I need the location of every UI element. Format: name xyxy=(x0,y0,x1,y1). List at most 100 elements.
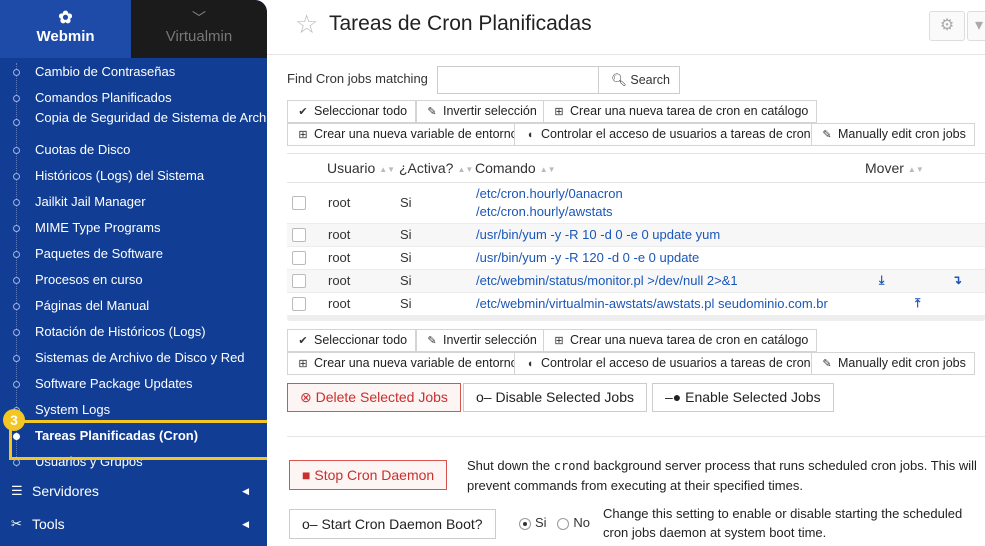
radio-no[interactable] xyxy=(557,517,570,530)
caret-left-icon: ◀ xyxy=(242,486,249,496)
search-input[interactable] xyxy=(437,66,600,94)
radio-no-label: No xyxy=(573,515,591,530)
toggle-on-icon: –● xyxy=(665,389,682,405)
webmin-label: Webmin xyxy=(36,28,95,45)
shield-icon: ◖ xyxy=(526,129,534,141)
header-command[interactable]: Comando ▲▼ xyxy=(475,160,556,176)
button-label: Invertir selección xyxy=(443,104,537,118)
header-active[interactable]: ¿Activa? ▲▼ xyxy=(399,160,473,176)
invert-selection-button[interactable]: ✎ Invertir selección xyxy=(416,100,546,123)
move-down-bottom-icon[interactable]: ⤓ xyxy=(879,273,884,288)
toggle-off-icon: o– xyxy=(476,389,492,405)
plus-square-icon: ⊞ xyxy=(554,106,564,118)
row-active: Si xyxy=(400,296,412,311)
radio-yes[interactable] xyxy=(519,517,531,530)
button-label: Crear una nueva tarea de cron en catálog… xyxy=(570,333,809,347)
delete-selected-jobs-button[interactable]: ⊗ Delete Selected Jobs xyxy=(287,383,461,412)
stop-icon: ■ xyxy=(302,467,311,483)
move-up-top-icon[interactable]: ⤒ xyxy=(915,296,920,311)
page-title: Tareas de Cron Planificadas xyxy=(329,12,592,35)
invert-selection-button-bottom[interactable]: ✎ Invertir selección xyxy=(416,329,546,352)
manual-edit-button[interactable]: ✎ Manually edit cron jobs xyxy=(811,123,975,146)
row-user: root xyxy=(328,273,351,288)
delete-circle-icon: ⊗ xyxy=(300,389,312,405)
virtualmin-tab[interactable]: ﹀ Virtualmin xyxy=(131,0,267,58)
sidebar-item-software-updates[interactable]: Software Package Updates xyxy=(0,371,267,397)
create-cron-job-button-bottom[interactable]: ⊞ Crear una nueva tarea de cron en catálo… xyxy=(543,329,818,352)
edit-icon: ✎ xyxy=(822,358,832,370)
row-command[interactable]: /usr/bin/yum -y -R 120 -d 0 -e 0 update xyxy=(476,250,699,265)
stop-cron-daemon-button[interactable]: ■ Stop Cron Daemon xyxy=(289,460,448,490)
header-label: Usuario xyxy=(327,160,376,176)
sidebar-section-servidores[interactable]: ☰ Servidores ◀ xyxy=(0,475,267,507)
search-button[interactable]: 🔍︎ Search xyxy=(598,66,680,94)
header-move[interactable]: Mover ▲▼ xyxy=(865,160,924,176)
create-env-var-button-bottom[interactable]: ⊞ Crear una nueva variable de entorno xyxy=(287,352,527,375)
cron-jobs-table: Usuario ▲▼ ¿Activa? ▲▼ Comando ▲▼ Mover ▲▼ r… xyxy=(287,153,985,316)
control-access-button[interactable]: ◖ Controlar el acceso de usuarios a tarea… xyxy=(514,123,820,146)
button-label: Crear una nueva tarea de cron en catálog… xyxy=(570,104,809,118)
row-user: root xyxy=(328,227,351,242)
disable-selected-jobs-button[interactable]: o– Disable Selected Jobs xyxy=(463,383,647,412)
enable-selected-jobs-button[interactable]: –● Enable Selected Jobs xyxy=(652,383,834,412)
sidebar-item-procesos[interactable]: Procesos en curso xyxy=(0,267,267,293)
sidebar-item-paginas-manual[interactable]: Páginas del Manual xyxy=(0,293,267,319)
start-daemon-boot-button[interactable]: o– Start Cron Daemon Boot? xyxy=(289,509,496,539)
sidebar-item-cuotas-disco[interactable]: Cuotas de Disco xyxy=(0,137,267,163)
section-label: Tools xyxy=(32,516,65,532)
table-scrollbar[interactable] xyxy=(287,315,985,321)
star-icon[interactable]: ☆ xyxy=(295,9,318,40)
filter-icon[interactable]: ▾ xyxy=(967,11,985,41)
button-label: Manually edit cron jobs xyxy=(838,356,966,370)
row-checkbox[interactable] xyxy=(292,196,306,210)
sidebar-item-copia-seguridad[interactable]: Copia de Seguridad de Sistema de Archivo… xyxy=(0,111,267,137)
edit-icon: ✎ xyxy=(822,129,832,141)
sidebar-item-paquetes-software[interactable]: Paquetes de Software xyxy=(0,241,267,267)
control-access-button-bottom[interactable]: ◖ Controlar el acceso de usuarios a tarea… xyxy=(514,352,820,375)
button-label: Start Cron Daemon Boot? xyxy=(321,516,483,532)
sidebar-item-rotacion-historicos[interactable]: Rotación de Históricos (Logs) xyxy=(0,319,267,345)
edit-icon: ✎ xyxy=(427,106,437,118)
table-row: root Si /usr/bin/yum -y -R 120 -d 0 -e 0… xyxy=(287,247,985,270)
servers-icon: ☰ xyxy=(11,483,23,498)
gear-icon[interactable]: ⚙ xyxy=(929,11,965,41)
webmin-tab[interactable]: ✿ Webmin xyxy=(0,0,131,58)
search-button-label: Search xyxy=(630,73,670,87)
sidebar-section-tools[interactable]: ✂ Tools ◀ xyxy=(0,508,267,540)
move-down-icon[interactable]: ↴ xyxy=(952,273,962,287)
step-badge: 3 xyxy=(3,409,25,431)
shield-icon: ◖ xyxy=(526,358,534,370)
row-command[interactable]: /etc/cron.hourly/0anacron xyxy=(476,186,623,201)
button-label: Crear una nueva variable de entorno xyxy=(314,356,518,370)
sidebar-item-historicos-sistema[interactable]: Históricos (Logs) del Sistema xyxy=(0,163,267,189)
sidebar: ✿ Webmin ﹀ Virtualmin Cambio de Contrase… xyxy=(0,0,267,546)
row-command[interactable]: /etc/webmin/virtualmin-awstats/awstats.p… xyxy=(476,296,828,311)
sidebar-item-cambio-contrasenas[interactable]: Cambio de Contraseñas xyxy=(0,59,267,85)
sort-icon: ▲▼ xyxy=(539,164,556,174)
sidebar-item-jailkit[interactable]: Jailkit Jail Manager xyxy=(0,189,267,215)
app: ✿ Webmin ﹀ Virtualmin Cambio de Contrase… xyxy=(0,0,985,546)
create-cron-job-button[interactable]: ⊞ Crear una nueva tarea de cron en catálo… xyxy=(543,100,818,123)
button-label: Controlar el acceso de usuarios a tareas… xyxy=(541,356,811,370)
sidebar-item-sistemas-archivo[interactable]: Sistemas de Archivo de Disco y Red xyxy=(0,345,267,371)
header-user[interactable]: Usuario ▲▼ xyxy=(327,160,395,176)
row-checkbox[interactable] xyxy=(292,228,306,242)
select-all-button[interactable]: ✔ Seleccionar todo xyxy=(287,100,417,123)
row-checkbox[interactable] xyxy=(292,274,306,288)
edit-icon: ✎ xyxy=(427,335,437,347)
row-checkbox[interactable] xyxy=(292,297,306,311)
row-checkbox[interactable] xyxy=(292,251,306,265)
select-all-button-bottom[interactable]: ✔ Seleccionar todo xyxy=(287,329,417,352)
row-command[interactable]: /usr/bin/yum -y -R 10 -d 0 -e 0 update y… xyxy=(476,227,720,242)
caret-left-icon: ◀ xyxy=(242,519,249,529)
header-label: ¿Activa? xyxy=(399,160,454,176)
row-command[interactable]: /etc/webmin/status/monitor.pl >/dev/null… xyxy=(476,273,738,288)
sidebar-item-comandos-planificados[interactable]: Comandos Planificados xyxy=(0,85,267,111)
sidebar-item-mime-type[interactable]: MIME Type Programs xyxy=(0,215,267,241)
row-command[interactable]: /etc/cron.hourly/awstats xyxy=(476,204,613,219)
check-icon: ✔ xyxy=(298,106,308,118)
stop-daemon-description: Shut down the crond background server pr… xyxy=(467,456,985,495)
manual-edit-button-bottom[interactable]: ✎ Manually edit cron jobs xyxy=(811,352,975,375)
create-env-var-button[interactable]: ⊞ Crear una nueva variable de entorno xyxy=(287,123,527,146)
toggle-off-icon: o– xyxy=(302,516,318,532)
